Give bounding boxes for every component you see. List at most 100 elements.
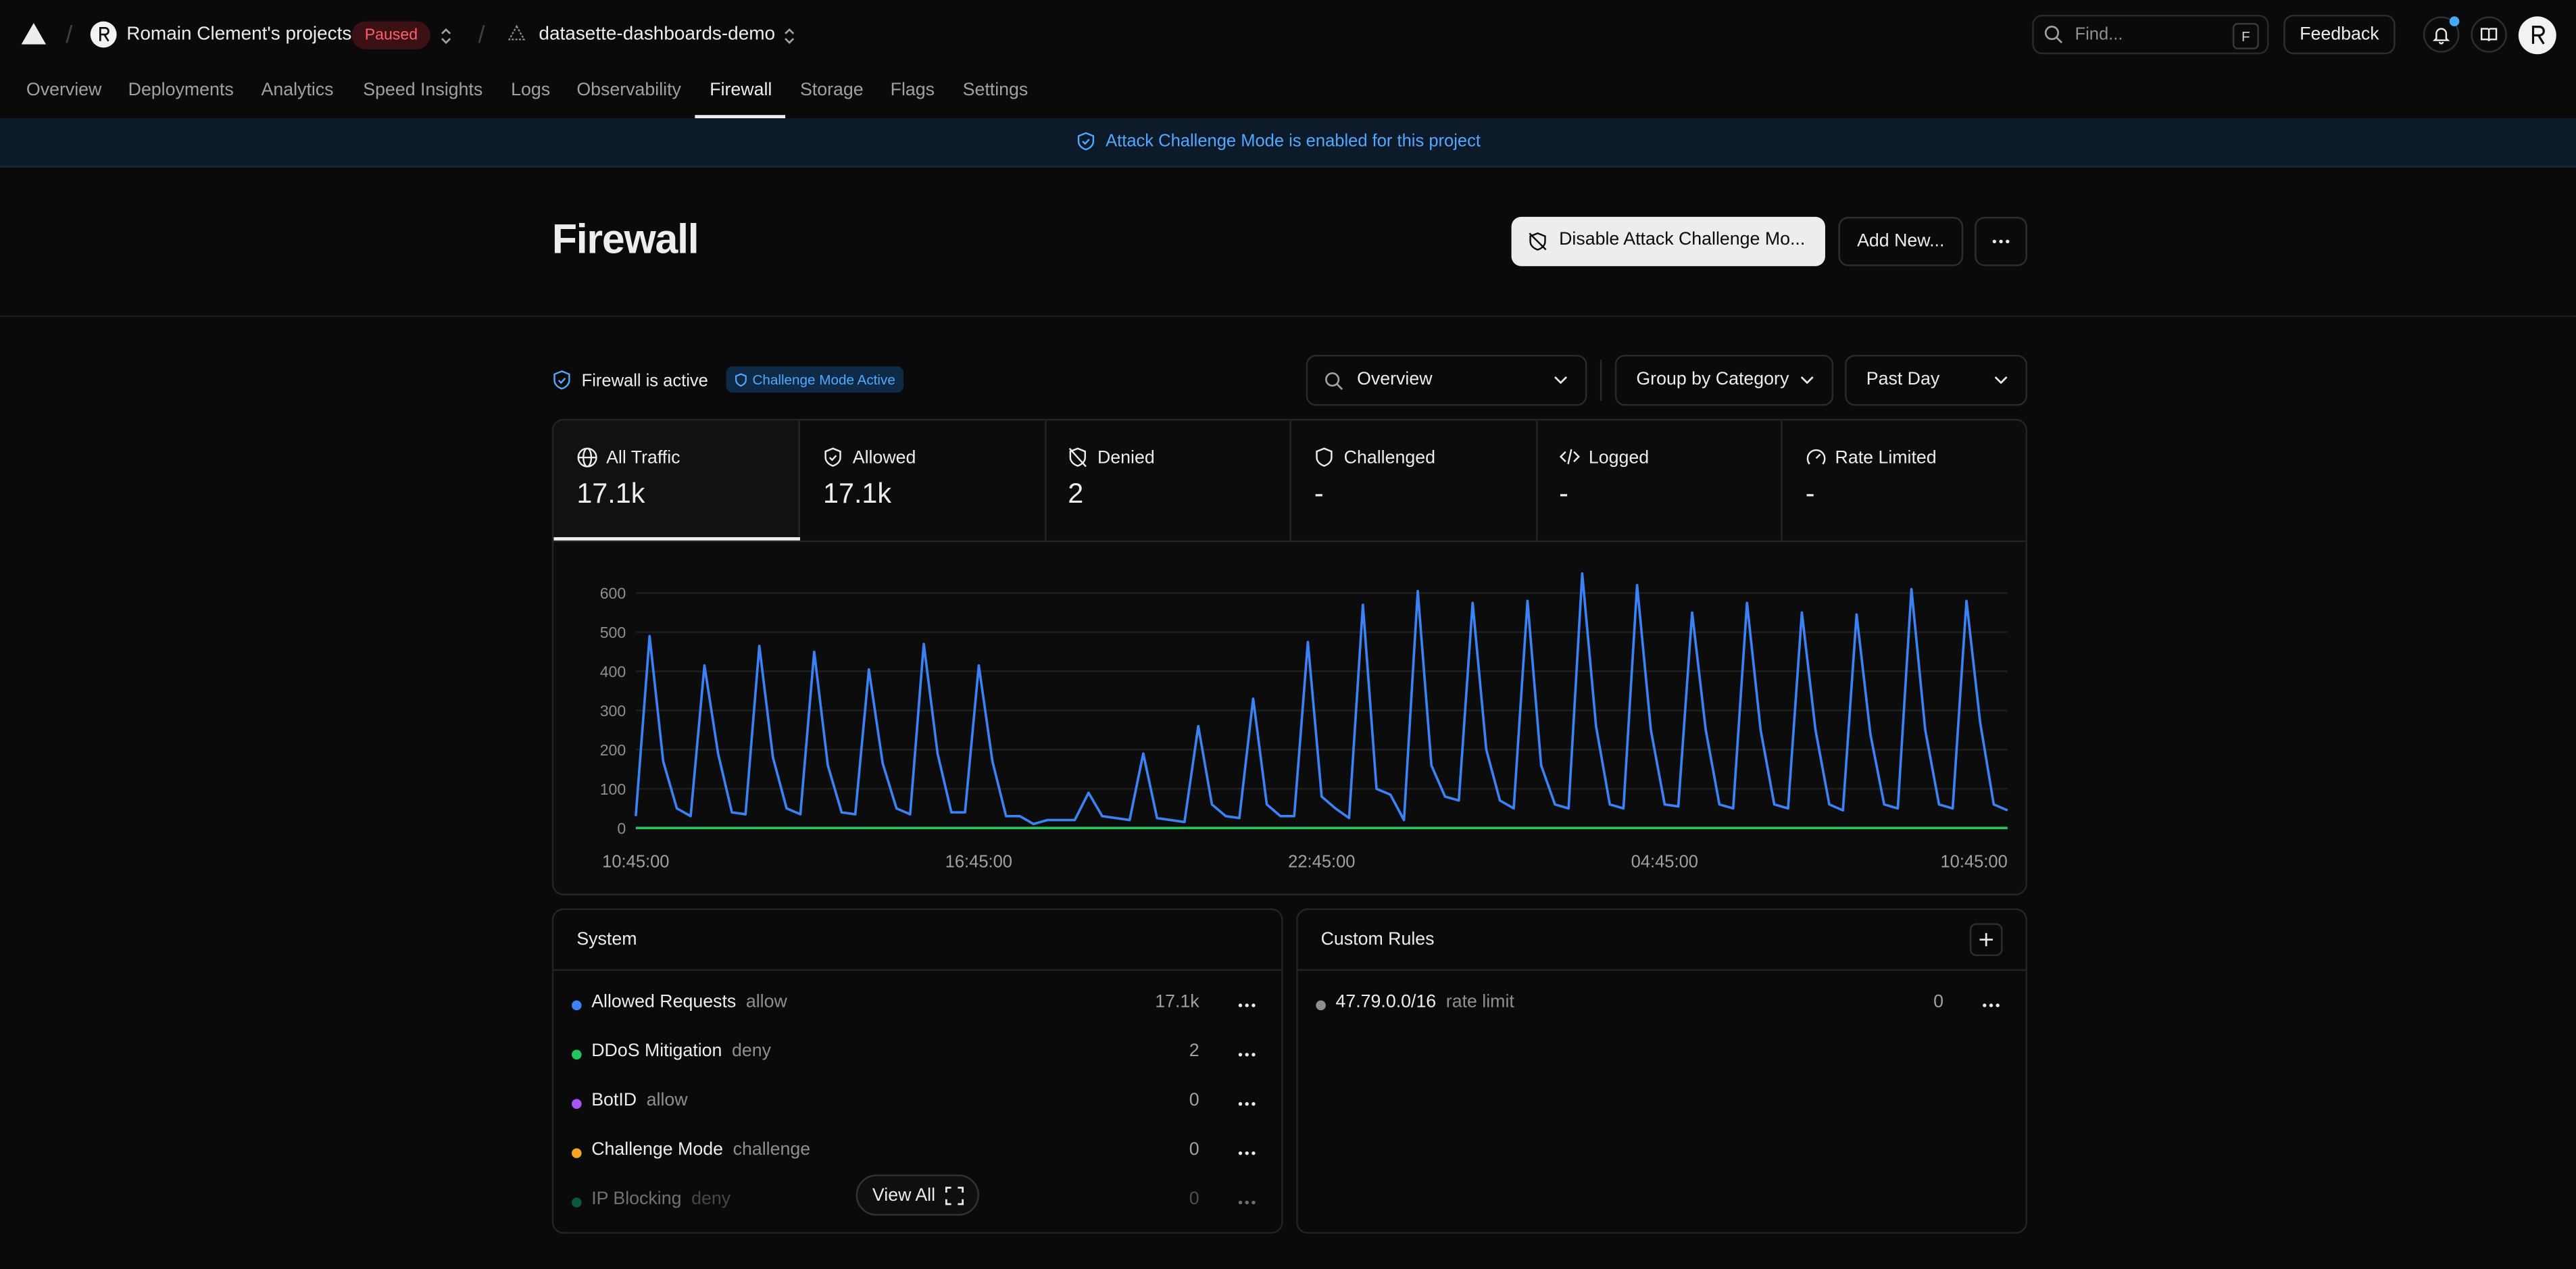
project-triangle-icon (507, 24, 526, 41)
vercel-logo-icon[interactable] (21, 23, 47, 46)
rule-count: 0 (1189, 1189, 1199, 1210)
nav-overview[interactable]: Overview (26, 80, 101, 100)
user-avatar[interactable] (2518, 16, 2556, 55)
rule-action: deny (691, 1189, 731, 1210)
tile-value: - (1805, 478, 1815, 509)
page-title: Firewall (551, 216, 699, 263)
x-tick-label: 16:45:00 (945, 853, 1012, 872)
rule-action: deny (732, 1041, 772, 1062)
bell-icon (2431, 24, 2451, 45)
gauge-icon (1806, 447, 1827, 468)
y-tick-label: 500 (600, 624, 626, 641)
nav-settings[interactable]: Settings (963, 80, 1029, 100)
tile-logged[interactable]: Logged - (1536, 420, 1783, 541)
rule-name: IP Blocking (591, 1189, 682, 1210)
tile-value: 17.1k (576, 478, 645, 509)
tile-label: Allowed (852, 448, 916, 468)
custom-rule-row[interactable]: 47.79.0.0/16 rate limit 0 (1298, 980, 2026, 1030)
tile-label: All Traffic (606, 448, 680, 468)
rule-count: 2 (1189, 1041, 1199, 1062)
add-new-button[interactable]: Add New... (1838, 216, 1964, 266)
feedback-button[interactable]: Feedback (2283, 14, 2396, 55)
tile-label: Challenged (1343, 448, 1435, 468)
tile-rate-limited[interactable]: Rate Limited - (1783, 420, 2026, 540)
rule-count: 17.1k (1155, 992, 1199, 1012)
plus-icon (1979, 932, 1993, 947)
tile-denied[interactable]: Denied 2 (1045, 420, 1291, 541)
tile-all-traffic[interactable]: All Traffic 17.1k (553, 420, 800, 541)
panel-header: System (553, 910, 1282, 971)
tile-challenged[interactable]: Challenged - (1291, 420, 1538, 541)
shield-off-icon (1068, 447, 1087, 468)
panel-header: Custom Rules (1297, 910, 2026, 971)
row-menu-ellipsis-icon[interactable] (1237, 1051, 1257, 1058)
x-tick-label: 10:45:00 (602, 853, 669, 872)
nav-firewall[interactable]: Firewall (710, 80, 772, 100)
globe-icon (576, 447, 598, 468)
top-bar: / Romain Clement's projects Paused / dat… (0, 0, 2576, 72)
add-custom-rule-button[interactable] (1969, 923, 2003, 956)
team-name[interactable]: Romain Clement's projects (126, 24, 351, 44)
nav-deployments[interactable]: Deployments (128, 80, 234, 100)
more-options-button[interactable] (1975, 216, 2027, 266)
row-menu-ellipsis-icon[interactable] (1237, 1150, 1257, 1157)
rule-name: BotID (591, 1091, 637, 1111)
view-all-label: View All (872, 1186, 936, 1206)
chevron-down-icon (1993, 374, 2009, 386)
row-menu-ellipsis-icon[interactable] (1981, 1002, 2001, 1009)
nav-speed-insights[interactable]: Speed Insights (363, 80, 482, 100)
tile-value: 2 (1068, 478, 1084, 509)
time-range-select[interactable]: Past Day (1845, 355, 2027, 406)
challenge-mode-badge: Challenge Mode Active (726, 366, 903, 393)
nav-logs[interactable]: Logs (511, 80, 550, 100)
docs-button[interactable] (2471, 16, 2507, 53)
project-name[interactable]: datasette-dashboards-demo (539, 24, 775, 44)
group-by-select[interactable]: Group by Category (1614, 355, 1834, 406)
rule-count: 0 (1189, 1140, 1199, 1160)
nav-storage[interactable]: Storage (800, 80, 864, 100)
project-switcher-chevron-icon[interactable] (782, 26, 797, 46)
tile-label: Rate Limited (1835, 448, 1937, 468)
nav-observability[interactable]: Observability (576, 80, 681, 100)
breadcrumb-separator: / (478, 21, 485, 49)
toolbar-divider (1600, 359, 1602, 401)
panel-title: Custom Rules (1320, 930, 1435, 950)
tile-allowed[interactable]: Allowed 17.1k (800, 420, 1047, 541)
attack-mode-banner: Attack Challenge Mode is enabled for thi… (0, 118, 2576, 168)
x-tick-label: 10:45:00 (1940, 853, 2007, 872)
nav-flags[interactable]: Flags (891, 80, 935, 100)
tile-label: Logged (1588, 448, 1650, 468)
nav-analytics[interactable]: Analytics (262, 80, 334, 100)
view-all-button[interactable]: View All (856, 1174, 979, 1216)
system-rule-row[interactable]: DDoS Mitigation deny 2 (553, 1030, 1281, 1079)
rule-color-dot (572, 1000, 582, 1011)
rule-count: 0 (1189, 1091, 1199, 1111)
view-select-value: Overview (1357, 369, 1433, 390)
disable-attack-mode-button[interactable]: Disable Attack Challenge Mo... (1511, 216, 1825, 266)
expand-icon (945, 1186, 964, 1205)
system-rule-row[interactable]: BotID allow 0 (553, 1079, 1281, 1128)
notification-dot (2449, 16, 2460, 26)
team-avatar[interactable] (90, 21, 117, 48)
page-header: Firewall Disable Attack Challenge Mo... … (0, 166, 2576, 318)
view-select[interactable]: Overview (1306, 355, 1587, 406)
y-tick-label: 600 (600, 584, 626, 602)
project-nav: Overview Deployments Analytics Speed Ins… (0, 72, 2576, 120)
rule-color-dot (572, 1099, 582, 1109)
ellipsis-icon (1991, 239, 2010, 245)
team-switcher-chevron-icon[interactable] (439, 26, 453, 46)
row-menu-ellipsis-icon[interactable] (1237, 1199, 1257, 1206)
y-tick-label: 0 (617, 820, 626, 837)
row-menu-ellipsis-icon[interactable] (1237, 1002, 1257, 1009)
search-input[interactable]: Find... F (2032, 14, 2269, 55)
rule-name: 47.79.0.0/16 (1335, 992, 1437, 1012)
custom-rules-panel: Custom Rules 47.79.0.0/16 rate limit 0 (1296, 908, 2027, 1234)
traffic-card: All Traffic 17.1k Allowed 17.1k Denied 2 (551, 418, 2027, 895)
system-rule-row[interactable]: Challenge Mode challenge 0 (553, 1128, 1281, 1178)
row-menu-ellipsis-icon[interactable] (1237, 1101, 1257, 1108)
panel-title: System (576, 930, 637, 950)
disable-attack-mode-label: Disable Attack Challenge Mo... (1559, 230, 1806, 250)
system-rule-row[interactable]: Allowed Requests allow 17.1k (553, 980, 1281, 1030)
tile-value: - (1314, 478, 1324, 509)
rule-action: challenge (733, 1140, 811, 1160)
